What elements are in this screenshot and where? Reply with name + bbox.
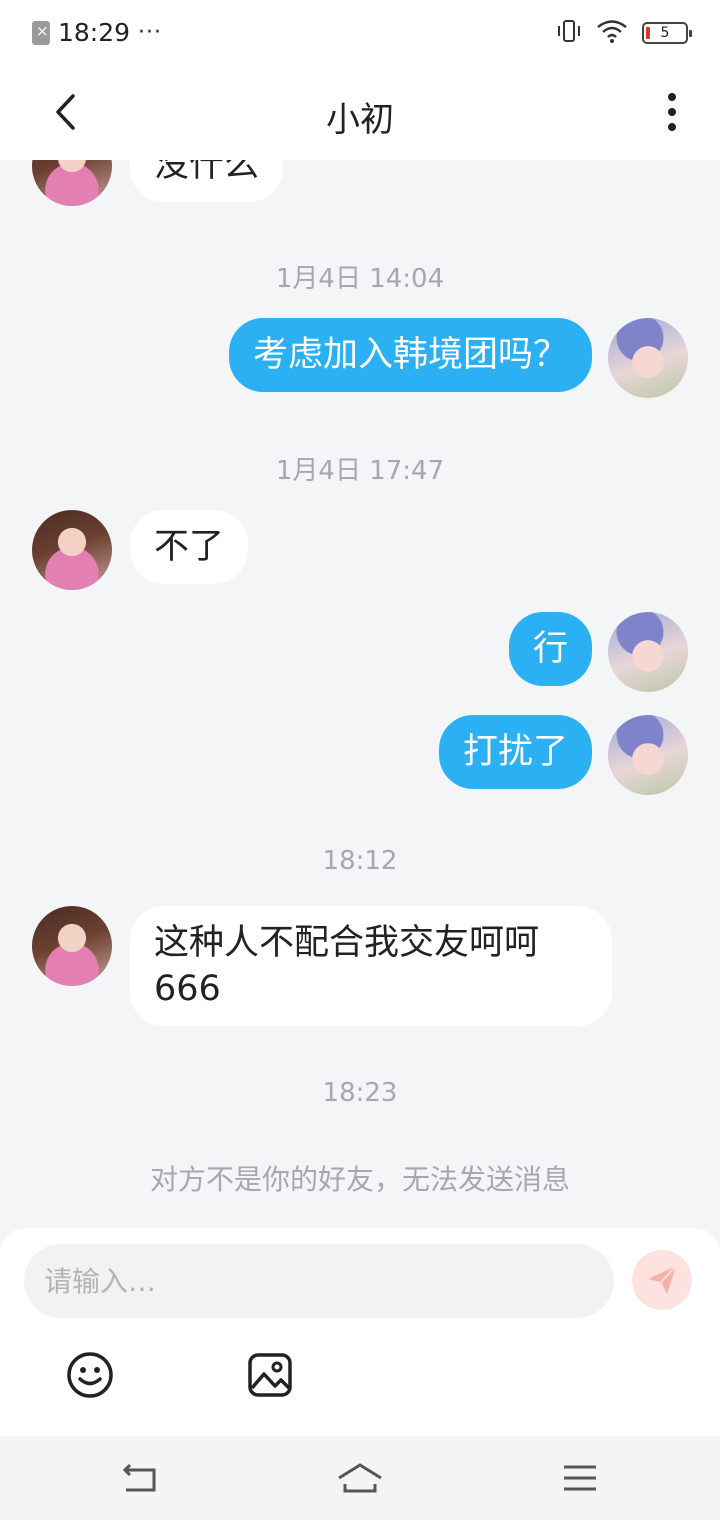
- message-list[interactable]: 没什么 1月4日 14:04 考虑加入韩境团吗？ 1月4日 17:47 不了 行…: [0, 160, 720, 1228]
- message-bubble-incoming[interactable]: 这种人不配合我交友呵呵 666: [130, 906, 612, 1026]
- image-button[interactable]: [245, 1350, 295, 1400]
- vibrate-icon: [556, 18, 582, 48]
- status-bar: 18:29 ··· 5: [0, 0, 720, 66]
- contact-avatar[interactable]: [32, 906, 112, 986]
- nav-home-button[interactable]: [335, 1456, 385, 1500]
- my-avatar[interactable]: [608, 715, 688, 795]
- message-timestamp: 1月4日 17:47: [275, 456, 445, 486]
- image-icon: [248, 1353, 292, 1397]
- message-text: 行: [532, 629, 568, 669]
- message-text: 打扰了: [462, 732, 568, 772]
- message-text-line: 666: [154, 969, 221, 1009]
- message-timestamp: 1月4日 14:04: [275, 264, 445, 294]
- message-bubble-incoming[interactable]: 没什么: [130, 160, 284, 202]
- message-text-line: 这种人不配合我交友呵呵: [154, 923, 540, 963]
- input-bar: [0, 1228, 720, 1436]
- back-nav-icon: [122, 1463, 156, 1492]
- battery-icon: 5: [642, 22, 692, 44]
- wifi-icon: [596, 19, 628, 47]
- message-text: 考虑加入韩境团吗？: [252, 335, 568, 375]
- message-timestamp: 18:23: [322, 1078, 398, 1108]
- my-avatar[interactable]: [608, 612, 688, 692]
- menu-nav-icon: [564, 1465, 596, 1491]
- emoji-button[interactable]: [65, 1350, 115, 1400]
- message-text: 没什么: [154, 160, 260, 185]
- message-bubble-incoming[interactable]: 不了: [130, 510, 249, 584]
- message-bubble-outgoing[interactable]: 打扰了: [438, 715, 592, 789]
- contact-avatar[interactable]: [32, 160, 112, 206]
- message-bubble-outgoing[interactable]: 考虑加入韩境团吗？: [228, 318, 592, 392]
- message-input[interactable]: [24, 1244, 614, 1318]
- more-vertical-icon: [668, 93, 676, 131]
- system-nav-bar: [0, 1436, 720, 1520]
- not-friend-notice: 对方不是你的好友，无法发送消息: [149, 1163, 570, 1196]
- message-text: 不了: [154, 527, 225, 567]
- chat-header: 小初: [0, 66, 720, 160]
- nav-menu-button[interactable]: [555, 1456, 605, 1500]
- more-options-button[interactable]: [652, 90, 692, 134]
- message-bubble-outgoing[interactable]: 行: [508, 612, 592, 686]
- status-more-indicator: ···: [138, 20, 163, 45]
- send-button[interactable]: [632, 1250, 692, 1310]
- my-avatar[interactable]: [608, 318, 688, 398]
- page-title: 小初: [326, 100, 394, 140]
- nav-back-button[interactable]: [115, 1456, 165, 1500]
- message-timestamp: 18:12: [322, 846, 398, 876]
- contact-avatar[interactable]: [32, 510, 112, 590]
- sim-error-icon: [32, 20, 50, 45]
- home-nav-icon: [338, 1463, 382, 1493]
- send-icon: [648, 1265, 677, 1294]
- emoji-icon: [67, 1352, 113, 1398]
- status-time: 18:29: [58, 18, 131, 47]
